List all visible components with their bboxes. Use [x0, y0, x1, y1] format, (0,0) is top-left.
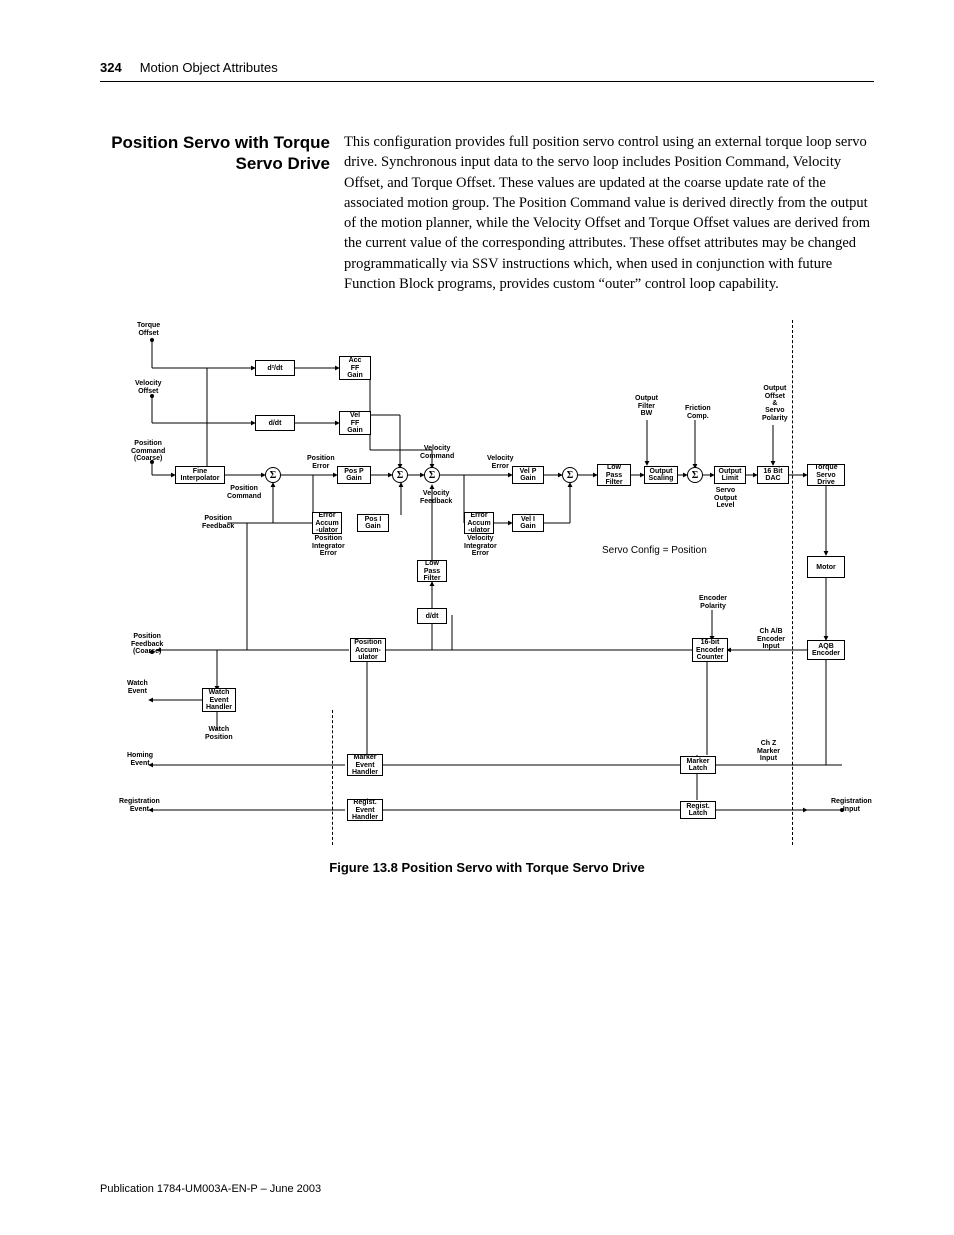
header-rule [100, 81, 874, 82]
sigma-2: Σ [392, 467, 408, 483]
lbl-pos-error: PositionError [307, 455, 335, 470]
section-body: Position Servo with Torque Servo Drive T… [100, 132, 874, 294]
lbl-servo-output-level: ServoOutputLevel [714, 487, 737, 509]
section-heading: Position Servo with Torque Servo Drive [100, 132, 330, 175]
page-header: 324 Motion Object Attributes [100, 60, 874, 75]
connector-lines [107, 320, 867, 850]
box-16bit-enc: 16-bitEncoderCounter [692, 638, 728, 662]
servo-config-text: Servo Config = Position [602, 545, 707, 556]
box-motor: Motor [807, 556, 845, 578]
lbl-pos-fb-coarse: PositionFeedback(Coarse) [131, 633, 163, 655]
lbl-reg-event: RegistrationEvent [119, 798, 160, 813]
lbl-pos-int-err: PositionIntegratorError [312, 535, 345, 557]
box-output-scaling: OutputScaling [644, 466, 678, 484]
figure-diagram: TorqueOffset VelocityOffset PositionComm… [107, 320, 867, 850]
box-vel-i-gain: Vel IGain [512, 514, 544, 532]
lbl-vel-int-err: VelocityIntegratorError [464, 535, 497, 557]
lbl-pos-feedback: PositionFeedback [202, 515, 234, 530]
page-number: 324 [100, 60, 122, 75]
box-fine-interp: FineInterpolator [175, 466, 225, 484]
box-acc-ff-gain: AccFFGain [339, 356, 371, 380]
section-text: This configuration provides full positio… [344, 132, 874, 294]
lbl-vel-error: VelocityError [487, 455, 513, 470]
lbl-vel-cmd: VelocityCommand [420, 445, 454, 460]
box-pos-p-gain: Pos PGain [337, 466, 371, 484]
lbl-pos-cmd: PositionCommand [227, 485, 261, 500]
lbl-torque-offset: TorqueOffset [137, 322, 160, 337]
box-ddt1: d/dt [255, 415, 295, 431]
box-marker-latch: MarkerLatch [680, 756, 716, 774]
lbl-out-filter-bw: OutputFilterBW [635, 395, 658, 417]
sigma-5: Σ [687, 467, 703, 483]
box-lpf1: LowPassFilter [597, 464, 631, 486]
box-pos-accum: PositionAccum-ulator [350, 638, 386, 662]
box-output-limit: OutputLimit [714, 466, 746, 484]
lbl-friction: FrictionComp. [685, 405, 711, 420]
lbl-ch-ab: Ch A/BEncoderInput [757, 628, 785, 650]
box-16bit-dac: 16 BitDAC [757, 466, 789, 484]
box-vel-p-gain: Vel PGain [512, 466, 544, 484]
sigma-4: Σ [562, 467, 578, 483]
lbl-pos-cmd-coarse: PositionCommand(Coarse) [131, 440, 165, 462]
box-aqb-enc: AQBEncoder [807, 640, 845, 660]
chapter-title: Motion Object Attributes [140, 60, 278, 75]
lbl-watch-pos: WatchPosition [205, 726, 233, 741]
lbl-ch-z: Ch ZMarkerInput [757, 740, 780, 762]
box-err-accum1: ErrorAccum-ulator [312, 512, 342, 534]
lbl-reg-input: RegistrationInput [831, 798, 872, 813]
lbl-output-offset-polarity: OutputOffset&ServoPolarity [762, 385, 788, 422]
lbl-enc-polarity: EncoderPolarity [699, 595, 727, 610]
box-pos-i-gain: Pos IGain [357, 514, 389, 532]
box-d2dt: d²/dt [255, 360, 295, 376]
dash-right [792, 320, 793, 845]
lbl-homing-event: HomingEvent [127, 752, 153, 767]
figure-caption: Figure 13.8 Position Servo with Torque S… [100, 860, 874, 875]
lbl-vel-feedback: VelocityFeedback [420, 490, 452, 505]
box-lpf2: LowPassFilter [417, 560, 447, 582]
box-vel-ff-gain: VelFFGain [339, 411, 371, 435]
publication-footer: Publication 1784-UM003A-EN-P – June 2003 [100, 1183, 321, 1195]
box-marker-hnd: MarkerEventHandler [347, 754, 383, 776]
sigma-1: Σ [265, 467, 281, 483]
dot [150, 338, 154, 342]
dot [150, 460, 154, 464]
box-regist-latch: Regist.Latch [680, 801, 716, 819]
lbl-velocity-offset: VelocityOffset [135, 380, 161, 395]
sigma-3: Σ [424, 467, 440, 483]
dot [150, 394, 154, 398]
dash-mid [332, 710, 333, 845]
box-watch-hnd: WatchEventHandler [202, 688, 236, 712]
box-ddt2: d/dt [417, 608, 447, 624]
lbl-watch-event: WatchEvent [127, 680, 148, 695]
box-regist-hnd: Regist.EventHandler [347, 799, 383, 821]
box-err-accum2: ErrorAccum-ulator [464, 512, 494, 534]
box-torque-servo-drive: TorqueServoDrive [807, 464, 845, 486]
